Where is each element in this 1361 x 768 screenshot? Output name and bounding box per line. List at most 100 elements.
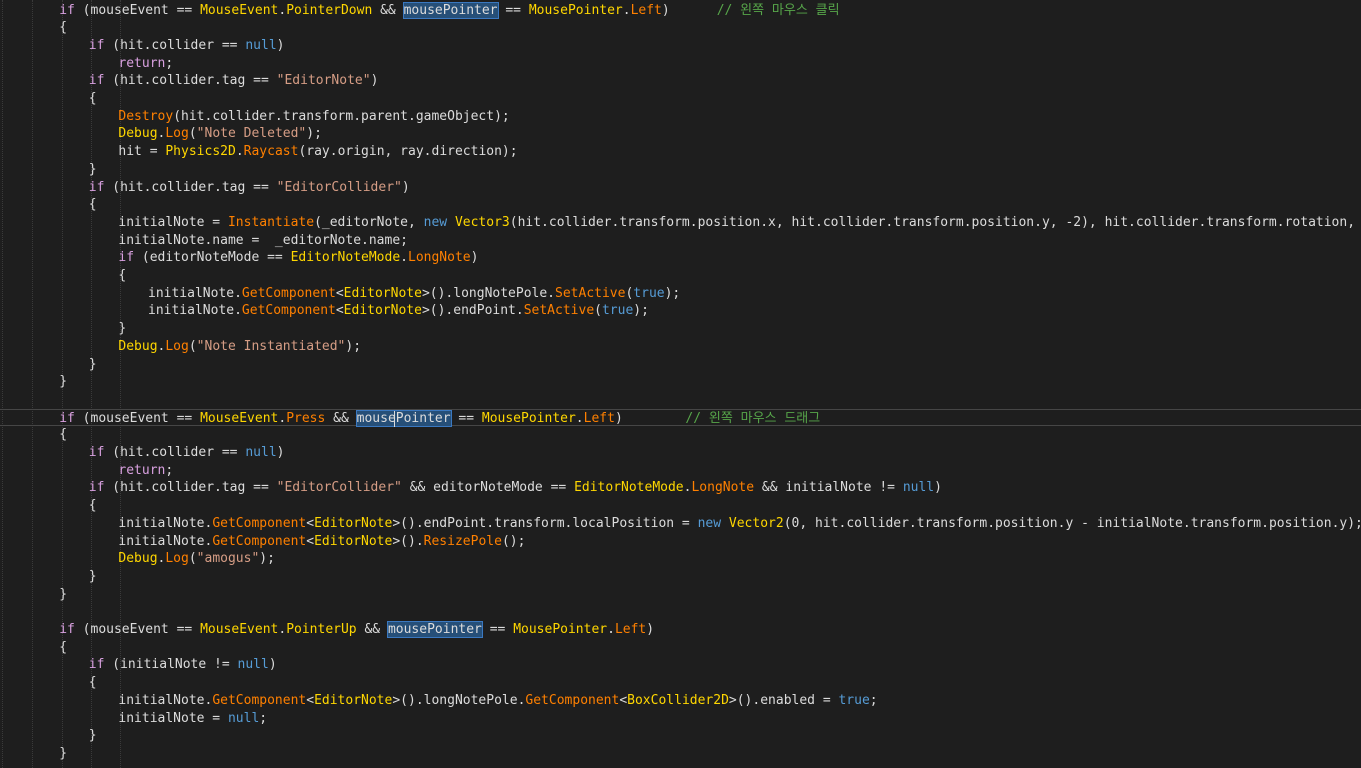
method-token: Left bbox=[630, 2, 662, 18]
code-text: Destroy(hit.collider.transform.parent.ga… bbox=[118, 108, 509, 126]
code-token: ( bbox=[188, 126, 197, 142]
code-line[interactable] bbox=[0, 603, 1361, 621]
code-line[interactable]: if (mouseEvent == MouseEvent.PointerDown… bbox=[0, 1, 1361, 20]
code-token: } bbox=[88, 728, 97, 744]
code-token: ) bbox=[276, 37, 285, 53]
code-line[interactable]: if (initialNote != null) bbox=[0, 656, 1361, 674]
code-token: initialNote. bbox=[118, 515, 213, 531]
code-token: (hit.collider == bbox=[104, 37, 246, 53]
string-token: "amogus" bbox=[196, 551, 260, 567]
highlighted-reference-token[interactable]: mousePointer bbox=[402, 1, 499, 19]
code-token: >().enabled = bbox=[728, 692, 839, 708]
code-line[interactable]: } bbox=[0, 320, 1361, 338]
code-line[interactable]: } bbox=[0, 373, 1361, 391]
code-token: initialNote.name = _editorNote.name; bbox=[118, 232, 408, 248]
code-line[interactable]: Debug.Log("Note Instantiated"); bbox=[0, 338, 1361, 356]
code-token: >(). bbox=[392, 533, 424, 549]
method-token: GetComponent bbox=[525, 692, 620, 708]
keyword-token: new bbox=[697, 515, 722, 531]
code-line[interactable]: if (editorNoteMode == EditorNoteMode.Lon… bbox=[0, 249, 1361, 267]
code-line[interactable]: } bbox=[0, 586, 1361, 604]
code-line[interactable]: initialNote.GetComponent<EditorNote>().e… bbox=[0, 515, 1361, 533]
code-text: if (hit.collider.tag == "EditorCollider"… bbox=[89, 179, 410, 197]
code-line[interactable]: if (hit.collider == null) bbox=[0, 37, 1361, 55]
code-line[interactable]: } bbox=[0, 727, 1361, 745]
code-line[interactable]: } bbox=[0, 161, 1361, 179]
code-text: } bbox=[59, 586, 67, 604]
code-text: { bbox=[89, 674, 97, 692]
code-line[interactable]: if (hit.collider.tag == "EditorCollider"… bbox=[0, 179, 1361, 197]
code-line[interactable]: { bbox=[0, 426, 1361, 444]
code-token: ); bbox=[664, 285, 681, 301]
code-token: ; bbox=[869, 692, 878, 708]
code-line[interactable]: hit = Physics2D.Raycast(ray.origin, ray.… bbox=[0, 143, 1361, 161]
code-token: ); bbox=[633, 303, 649, 319]
code-text: } bbox=[89, 727, 97, 745]
method-token: GetComponent bbox=[212, 533, 307, 549]
code-line[interactable]: if (hit.collider.tag == "EditorNote") bbox=[0, 72, 1361, 90]
code-line[interactable] bbox=[0, 391, 1361, 409]
code-token: (); bbox=[501, 533, 526, 549]
code-text: initialNote.GetComponent<EditorNote>().l… bbox=[118, 692, 877, 710]
code-line[interactable]: { bbox=[0, 497, 1361, 515]
type-token: MousePointer bbox=[528, 2, 623, 18]
code-line[interactable]: initialNote.GetComponent<EditorNote>().R… bbox=[0, 533, 1361, 551]
code-line[interactable]: initialNote.name = _editorNote.name; bbox=[0, 232, 1361, 250]
code-line[interactable]: if (hit.collider == null) bbox=[0, 444, 1361, 462]
code-token: (hit.collider.tag == bbox=[104, 73, 277, 89]
code-line[interactable]: } bbox=[0, 356, 1361, 374]
code-token: (hit.collider.tag == bbox=[104, 179, 277, 195]
type-token: EditorNote bbox=[314, 533, 393, 549]
code-line[interactable]: } bbox=[0, 745, 1361, 763]
code-line[interactable]: if (mouseEvent == MouseEvent.PointerUp &… bbox=[0, 621, 1361, 639]
code-token: (initialNote != bbox=[104, 657, 238, 673]
code-line[interactable]: return; bbox=[0, 462, 1361, 480]
code-line[interactable]: { bbox=[0, 196, 1361, 214]
code-token: } bbox=[59, 586, 68, 602]
type-token: EditorNote bbox=[314, 692, 393, 708]
code-token: ) bbox=[614, 410, 686, 426]
code-line[interactable]: if (hit.collider.tag == "EditorCollider"… bbox=[0, 479, 1361, 497]
code-token: ); bbox=[306, 126, 322, 142]
method-token: Destroy bbox=[118, 108, 174, 124]
code-line[interactable]: } bbox=[0, 568, 1361, 586]
code-token: initialNote. bbox=[148, 285, 242, 301]
highlighted-reference-token[interactable]: mousePointer bbox=[386, 621, 483, 638]
code-token: { bbox=[59, 639, 68, 655]
control-keyword-token: if bbox=[88, 179, 105, 195]
code-text: if (mouseEvent == MouseEvent.PointerUp &… bbox=[59, 621, 654, 639]
code-token: } bbox=[59, 745, 68, 761]
code-line[interactable]: initialNote = null; bbox=[0, 710, 1361, 728]
code-line[interactable]: { bbox=[0, 267, 1361, 285]
code-line[interactable]: { bbox=[0, 674, 1361, 692]
code-line[interactable]: { bbox=[0, 19, 1361, 37]
code-line[interactable]: { bbox=[0, 90, 1361, 108]
method-token: SetActive bbox=[523, 303, 595, 319]
code-line[interactable]: return; bbox=[0, 55, 1361, 73]
code-token: && initialNote != bbox=[754, 480, 903, 496]
code-line[interactable]: initialNote.GetComponent<EditorNote>().l… bbox=[0, 285, 1361, 303]
keyword-token: null bbox=[237, 657, 269, 673]
code-line[interactable]: Debug.Log("amogus"); bbox=[0, 550, 1361, 568]
code-text: Debug.Log("Note Deleted"); bbox=[118, 125, 322, 143]
code-line[interactable]: Debug.Log("Note Deleted"); bbox=[0, 125, 1361, 143]
code-line[interactable]: initialNote = Instantiate(_editorNote, n… bbox=[0, 214, 1361, 232]
code-editor[interactable]: if (mouseEvent == MouseEvent.PointerDown… bbox=[0, 0, 1361, 768]
code-token: . bbox=[607, 622, 615, 637]
code-text: initialNote.GetComponent<EditorNote>().l… bbox=[148, 285, 680, 303]
current-code-line[interactable]: if (mouseEvent == MouseEvent.Press && mo… bbox=[0, 408, 1361, 427]
code-token: (hit.collider == bbox=[104, 445, 246, 460]
highlighted-reference-token[interactable]: mousePointer bbox=[355, 409, 452, 427]
text-caret bbox=[394, 410, 395, 427]
keyword-token: true bbox=[633, 285, 665, 301]
code-line[interactable]: initialNote.GetComponent<EditorNote>().l… bbox=[0, 692, 1361, 710]
method-token: Raycast bbox=[243, 144, 299, 160]
code-line[interactable]: Destroy(hit.collider.transform.parent.ga… bbox=[0, 108, 1361, 126]
code-token: { bbox=[88, 91, 97, 106]
code-line[interactable]: { bbox=[0, 639, 1361, 657]
code-line[interactable]: initialNote.GetComponent<EditorNote>().e… bbox=[0, 302, 1361, 320]
code-text: } bbox=[89, 356, 97, 374]
code-token: { bbox=[59, 20, 68, 36]
